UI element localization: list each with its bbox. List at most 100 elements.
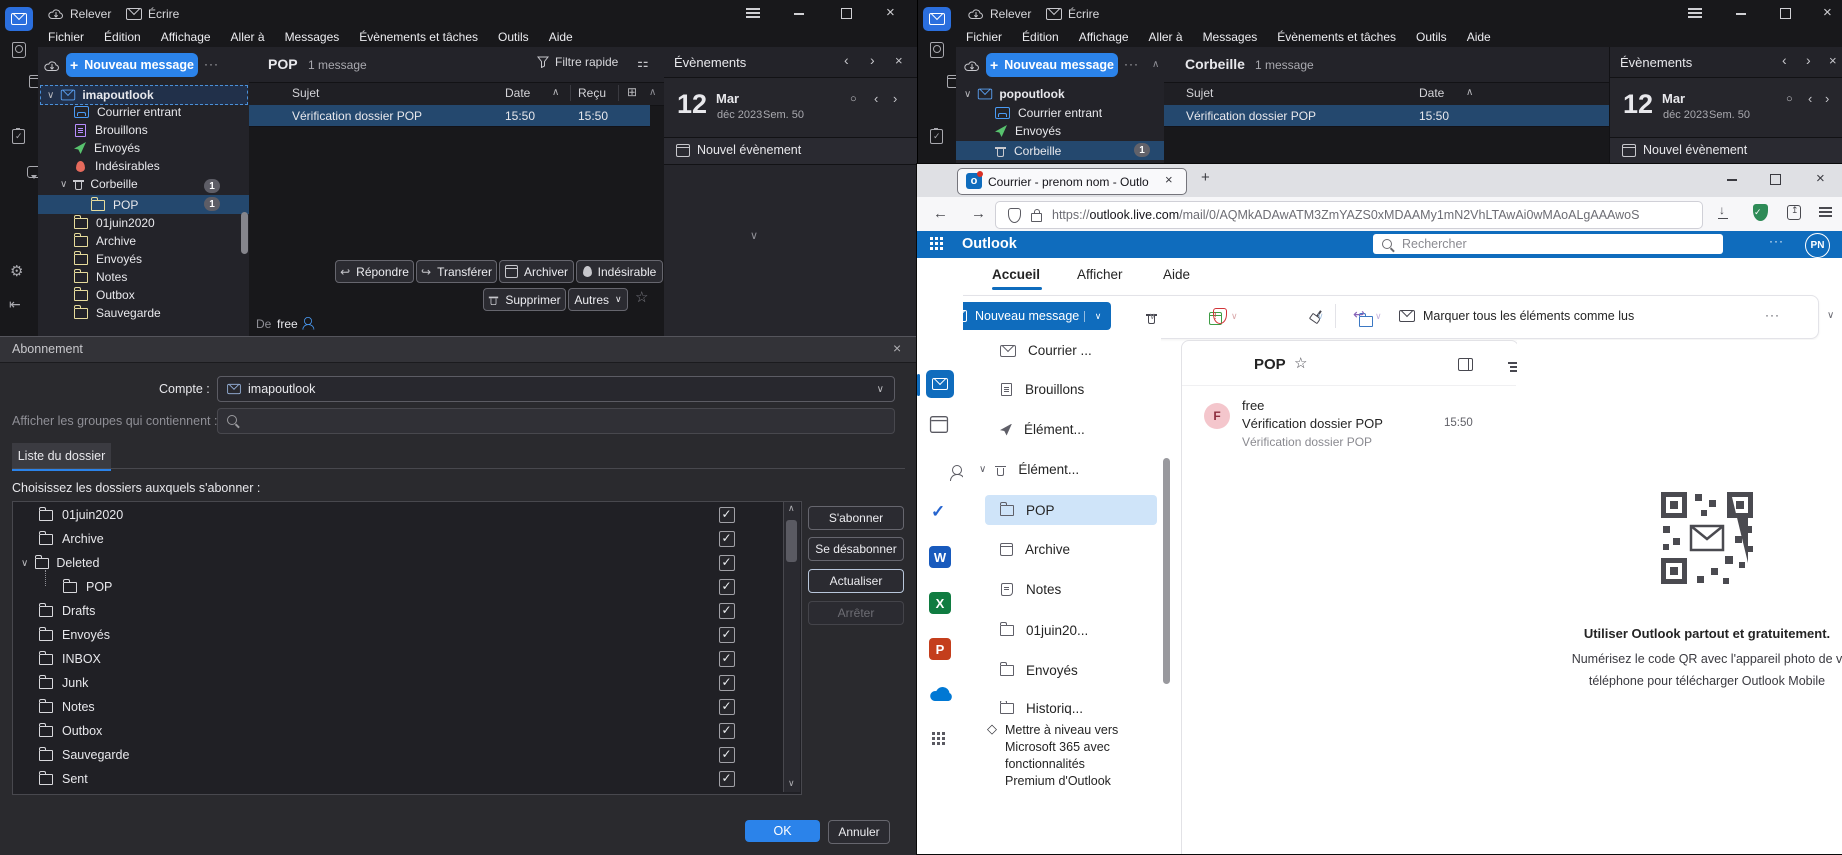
- chevron-down-icon[interactable]: ∨: [1375, 311, 1382, 322]
- scroll-up-icon[interactable]: ∧: [788, 503, 795, 514]
- get-messages-button[interactable]: Relever: [48, 3, 111, 24]
- subscribe-checkbox[interactable]: [719, 531, 735, 547]
- next-day-icon[interactable]: ›: [1825, 91, 1829, 106]
- subscribe-checkbox[interactable]: [719, 627, 735, 643]
- menu-aller-a[interactable]: Aller à: [221, 27, 275, 47]
- rail-powerpoint-icon[interactable]: P: [929, 638, 951, 660]
- subscribe-checkbox[interactable]: [719, 771, 735, 787]
- events-prev-icon[interactable]: ‹: [1782, 52, 1787, 68]
- account-row[interactable]: ∨ popoutlook: [964, 87, 1065, 101]
- get-messages-icon[interactable]: [44, 60, 60, 72]
- mark-all-read-button[interactable]: Marquer tous les éléments comme lus: [1399, 304, 1634, 328]
- ol-folder-courrier[interactable]: Courrier ...: [1000, 343, 1092, 358]
- menu-edition[interactable]: Édition: [94, 27, 151, 47]
- waffle-icon[interactable]: [930, 237, 933, 240]
- menu-affichage[interactable]: Affichage: [1069, 27, 1139, 47]
- menu-aide[interactable]: Aide: [539, 27, 583, 47]
- content-scrollbar[interactable]: [1163, 458, 1170, 684]
- space-mail-button[interactable]: [923, 7, 951, 31]
- star-icon[interactable]: ☆: [635, 288, 648, 306]
- ribbon-new-message-button[interactable]: Nouveau message ∨: [941, 302, 1111, 330]
- toolbar-overflow-chevron-icon[interactable]: ∨: [1827, 310, 1834, 321]
- rail-apps-icon[interactable]: [932, 732, 935, 735]
- folder-row-inbox[interactable]: Courrier entrant: [995, 106, 1102, 120]
- today-icon[interactable]: ○: [1786, 93, 1793, 105]
- tasks-icon[interactable]: [12, 129, 25, 144]
- ol-folder-envoyes2[interactable]: Envoyés: [1000, 663, 1078, 678]
- folder-row-junk[interactable]: Indésirables: [76, 159, 160, 173]
- column-picker-icon[interactable]: ⊞: [627, 85, 637, 99]
- next-day-icon[interactable]: ›: [893, 91, 897, 106]
- new-tab-icon[interactable]: +: [1201, 169, 1210, 186]
- folder-row-sent[interactable]: Envoyés: [995, 124, 1061, 138]
- menu-evenements[interactable]: Évènements et tâches: [349, 27, 488, 47]
- prev-day-icon[interactable]: ‹: [874, 91, 878, 106]
- new-event-label[interactable]: Nouvel évènement: [697, 143, 801, 157]
- chevron-down-icon[interactable]: ∨: [1149, 311, 1156, 322]
- folder-row-archive[interactable]: Archive: [74, 234, 136, 248]
- subscribe-checkbox[interactable]: [719, 723, 735, 739]
- ol-folder-pop[interactable]: POP: [1000, 503, 1055, 518]
- folder-row-inbox[interactable]: Courrier entrant: [74, 105, 181, 119]
- browser-minimize-button[interactable]: [1727, 179, 1737, 181]
- events-next-icon[interactable]: ›: [1806, 52, 1811, 68]
- lock-icon[interactable]: [1031, 213, 1042, 222]
- collapse-rail-icon[interactable]: ⇤: [9, 296, 21, 313]
- rail-word-icon[interactable]: W: [929, 546, 951, 568]
- expander-icon[interactable]: ∨: [21, 558, 28, 569]
- rail-calendar-icon[interactable]: [930, 416, 948, 433]
- search-box[interactable]: Rechercher: [1373, 234, 1723, 254]
- browser-maximize-button[interactable]: [1770, 174, 1781, 185]
- sub-row-01juin2020[interactable]: 01juin2020: [39, 508, 123, 522]
- tracking-shield-icon[interactable]: [1008, 208, 1021, 223]
- ol-folder-supprimes[interactable]: ∨Élément...: [979, 462, 1079, 477]
- close-button[interactable]: ×: [886, 4, 895, 21]
- folder-row-sent[interactable]: Envoyés: [74, 141, 140, 155]
- sub-row-deleted[interactable]: ∨Deleted: [21, 556, 99, 570]
- page-actions-icon[interactable]: ↥: [1787, 205, 1801, 220]
- sender-avatar-icon[interactable]: [304, 317, 312, 325]
- ol-folder-notes[interactable]: Notes: [1001, 582, 1061, 597]
- sub-row-outbox[interactable]: Outbox: [39, 724, 102, 738]
- new-message-button[interactable]: +Nouveau message: [66, 53, 198, 77]
- menu-evenements[interactable]: Évènements et tâches: [1267, 27, 1406, 47]
- pane-scroll-up-icon[interactable]: ∧: [1152, 59, 1159, 70]
- sub-row-envoyes[interactable]: Envoyés: [39, 628, 110, 642]
- ol-folder-archive[interactable]: Archive: [1000, 542, 1070, 557]
- junk-button[interactable]: Indésirable: [576, 260, 663, 283]
- maximize-button[interactable]: [1780, 8, 1791, 19]
- ol-folder-brouillons[interactable]: Brouillons: [1001, 382, 1084, 397]
- stop-button[interactable]: Arrêter: [808, 601, 904, 625]
- close-button[interactable]: ×: [1823, 4, 1832, 21]
- split-chevron-icon[interactable]: ∨: [1084, 311, 1111, 322]
- more-button[interactable]: Autres∨: [568, 288, 628, 311]
- subscribe-checkbox[interactable]: [719, 675, 735, 691]
- cancel-button[interactable]: Annuler: [828, 820, 890, 844]
- folder-row-envoyes2[interactable]: Envoyés: [74, 252, 142, 266]
- ol-folder-01juin[interactable]: 01juin20...: [1000, 623, 1088, 638]
- events-close-icon[interactable]: ×: [1829, 53, 1837, 68]
- forward-button[interactable]: ↪Transférer: [416, 260, 497, 283]
- rail-todo-icon[interactable]: ✓: [931, 502, 945, 522]
- column-subject[interactable]: Sujet: [292, 86, 319, 100]
- tab-afficher[interactable]: Afficher: [1077, 267, 1123, 282]
- sub-row-drafts[interactable]: Drafts: [39, 604, 95, 618]
- menu-aller-a[interactable]: Aller à: [1139, 27, 1193, 47]
- tab-close-icon[interactable]: ×: [1165, 172, 1173, 187]
- sort-ascending-icon[interactable]: ∧: [1466, 87, 1473, 98]
- folder-pane-scrollbar[interactable]: [241, 212, 248, 254]
- expander-icon[interactable]: ∨: [60, 179, 67, 190]
- dialog-close-icon[interactable]: ×: [893, 340, 901, 356]
- scroll-thumb[interactable]: [786, 520, 797, 562]
- browser-close-icon[interactable]: ×: [1816, 170, 1825, 187]
- expander-icon[interactable]: ∨: [47, 90, 54, 101]
- folder-row-outbox[interactable]: Outbox: [74, 288, 135, 302]
- sub-row-inbox[interactable]: INBOX: [39, 652, 101, 666]
- group-filter-input[interactable]: [217, 408, 895, 434]
- subscribe-button[interactable]: S'abonner: [808, 506, 904, 530]
- menu-edition[interactable]: Édition: [1012, 27, 1069, 47]
- account-dropdown[interactable]: imapoutlook ∨: [217, 376, 895, 402]
- reply-button[interactable]: ↩Répondre: [335, 260, 414, 283]
- folder-row-trash[interactable]: ∨Corbeille: [60, 177, 138, 191]
- write-button[interactable]: Écrire: [1046, 3, 1099, 24]
